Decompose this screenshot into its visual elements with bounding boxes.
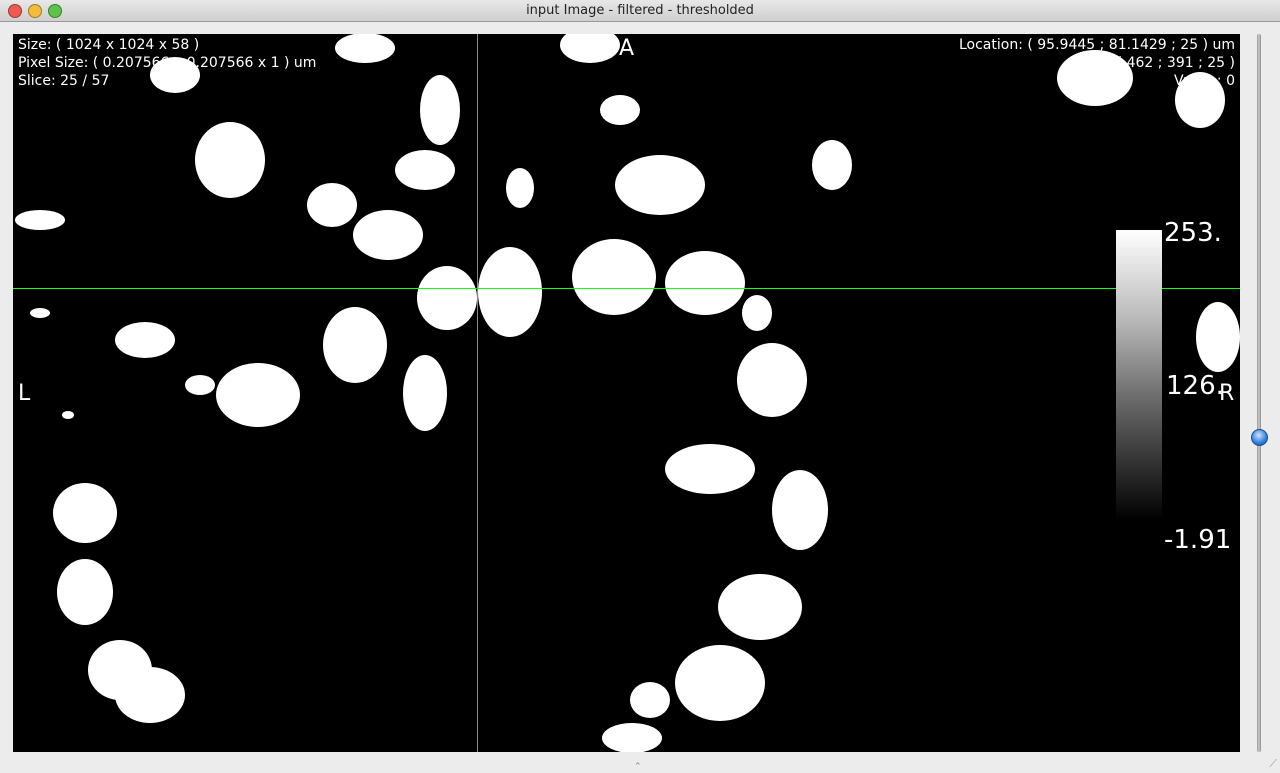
cell-blob (772, 470, 828, 550)
size-info: Size: ( 1024 x 1024 x 58 ) (18, 37, 200, 53)
cell-blob (665, 251, 745, 315)
index-info: Index: ( 462 ; 391 ; 25 ) (1068, 55, 1235, 71)
cell-blob (1196, 302, 1240, 372)
colorbar-min-label: -1.91 (1164, 525, 1232, 555)
slice-slider-track[interactable] (1257, 34, 1261, 752)
cell-blob (560, 34, 620, 63)
cell-blob (506, 168, 534, 208)
cell-blob (57, 559, 113, 625)
slice-slider-knob[interactable] (1251, 429, 1268, 447)
cell-blob (323, 307, 387, 383)
colorbar-max-label: 253. (1164, 218, 1222, 248)
cell-blob (742, 295, 772, 331)
window-title: input Image - filtered - thresholded (526, 3, 754, 18)
orientation-top: A (619, 36, 635, 61)
cell-blob (395, 150, 455, 190)
cell-blob (335, 34, 395, 63)
cell-blob (307, 183, 357, 227)
colorbar-mid-label: 126. (1166, 371, 1224, 401)
cell-blob (718, 574, 802, 640)
cell-blob (600, 95, 640, 125)
cell-blob (216, 363, 300, 427)
pixel-size-info: Pixel Size: ( 0.207566 x 0.207566 x 1 ) … (18, 55, 317, 71)
image-viewport[interactable]: Size: ( 1024 x 1024 x 58 ) Pixel Size: (… (13, 34, 1240, 752)
cell-blob (62, 411, 74, 419)
cell-blob (630, 682, 670, 718)
cell-blob (812, 140, 852, 190)
bottom-grip-icon: ⌃ (634, 762, 642, 772)
resize-grip-icon[interactable]: ⟋ (1269, 757, 1277, 771)
cell-blob (30, 308, 50, 318)
cell-blob (15, 210, 65, 230)
cell-blob (602, 723, 662, 752)
cell-blob (478, 247, 542, 337)
cell-blob (185, 375, 215, 395)
value-info: Value : 0 (1174, 73, 1235, 89)
cell-blob (572, 239, 656, 315)
colorbar (1116, 230, 1162, 520)
title-bar: input Image - filtered - thresholded (0, 0, 1280, 22)
cell-blob (665, 444, 755, 494)
orientation-left: L (18, 381, 31, 406)
cell-blob (353, 210, 423, 260)
slice-info: Slice: 25 / 57 (18, 73, 110, 89)
cell-blob (53, 483, 117, 543)
cell-blob (115, 667, 185, 723)
cell-blob (737, 343, 807, 417)
location-info: Location: ( 95.9445 ; 81.1429 ; 25 ) um (958, 37, 1235, 53)
cell-blob (195, 122, 265, 198)
cell-blob (115, 322, 175, 358)
cell-blob (417, 266, 477, 330)
cell-blob (403, 355, 447, 431)
cell-blob (675, 645, 765, 721)
crosshair-vertical (477, 34, 478, 752)
crosshair-horizontal (13, 288, 1240, 289)
cell-blob (420, 75, 460, 145)
thresholded-image (15, 34, 1240, 752)
cell-blob (615, 155, 705, 215)
